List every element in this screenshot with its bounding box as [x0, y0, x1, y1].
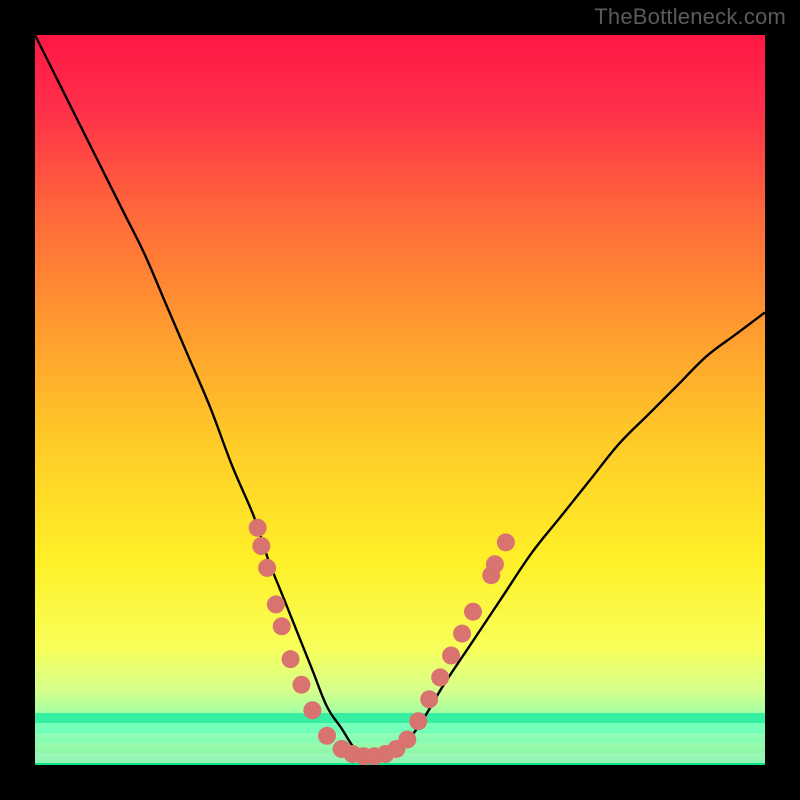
- data-marker: [282, 650, 300, 668]
- chart-overlay: [35, 35, 765, 765]
- data-marker: [442, 647, 460, 665]
- data-marker: [252, 537, 270, 555]
- data-marker: [486, 555, 504, 573]
- data-marker: [398, 730, 416, 748]
- data-marker: [303, 701, 321, 719]
- data-marker: [420, 690, 438, 708]
- data-marker: [258, 559, 276, 577]
- data-marker: [464, 603, 482, 621]
- watermark-text: TheBottleneck.com: [594, 4, 786, 30]
- data-marker: [267, 595, 285, 613]
- chart-frame: TheBottleneck.com: [0, 0, 800, 800]
- data-marker: [453, 625, 471, 643]
- data-marker: [292, 676, 310, 694]
- data-marker: [409, 712, 427, 730]
- data-marker: [497, 533, 515, 551]
- bottleneck-curve: [35, 35, 765, 759]
- plot-area: [35, 35, 765, 765]
- data-marker: [431, 668, 449, 686]
- data-marker: [273, 617, 291, 635]
- data-marker: [318, 727, 336, 745]
- data-marker: [249, 519, 267, 537]
